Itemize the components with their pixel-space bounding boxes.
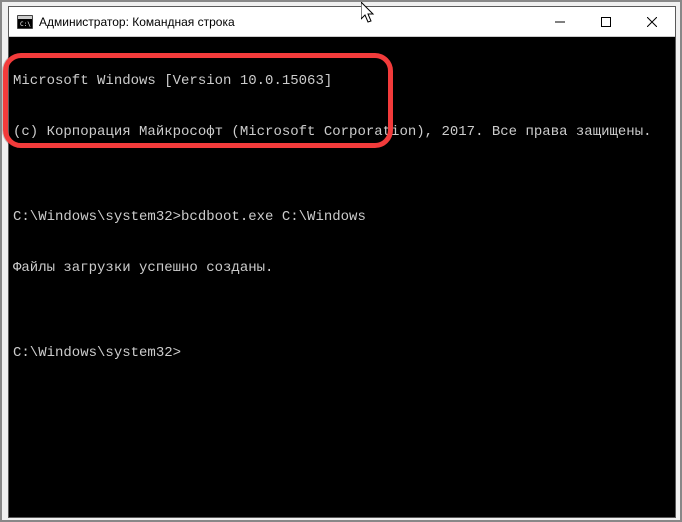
title-bar[interactable]: C:\ Администратор: Командная строка [9,7,675,37]
maximize-button[interactable] [583,7,629,36]
terminal-line: Файлы загрузки успешно созданы. [13,260,671,277]
cmd-icon: C:\ [17,15,33,29]
svg-text:C:\: C:\ [20,21,31,28]
minimize-button[interactable] [537,7,583,36]
window-controls [537,7,675,36]
terminal-output[interactable]: Microsoft Windows [Version 10.0.15063] (… [9,37,675,517]
terminal-line: C:\Windows\system32>bcdboot.exe C:\Windo… [13,209,671,226]
terminal-prompt: C:\Windows\system32> [13,345,671,362]
terminal-line: Microsoft Windows [Version 10.0.15063] [13,73,671,90]
window-title: Администратор: Командная строка [39,15,537,29]
cmd-window: C:\ Администратор: Командная строка Micr… [8,6,676,518]
terminal-line: (c) Корпорация Майкрософт (Microsoft Cor… [13,124,671,141]
close-button[interactable] [629,7,675,36]
